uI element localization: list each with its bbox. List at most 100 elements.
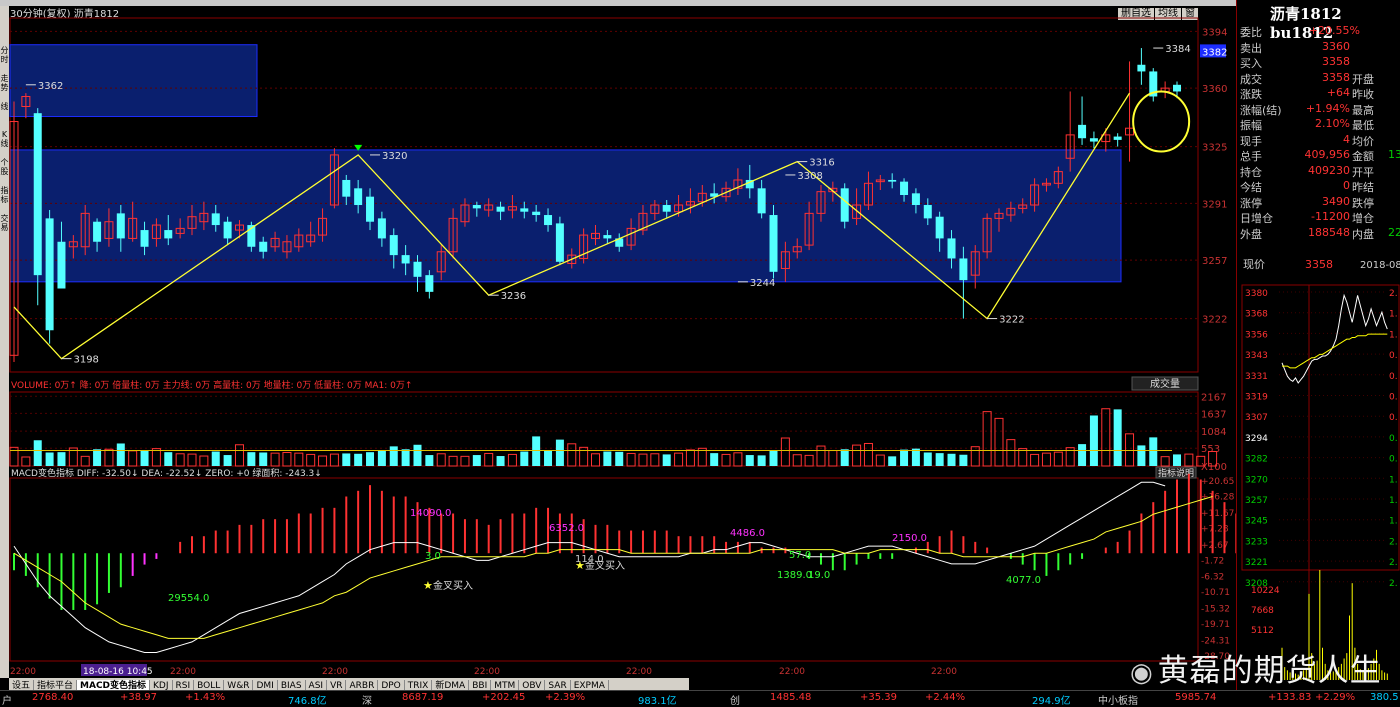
golden-cross-star-icon: ★ bbox=[423, 579, 433, 592]
candle-body bbox=[211, 213, 220, 226]
now-date-label: 2018-08- bbox=[1360, 260, 1400, 271]
volume-dropdown-label: 成交量 bbox=[1150, 377, 1180, 390]
status-item: 户 bbox=[2, 696, 12, 707]
volume-bar bbox=[555, 439, 564, 466]
volume-bar bbox=[1030, 453, 1040, 467]
volume-bar bbox=[413, 444, 422, 466]
intraday-mini-chart[interactable]: 现价 3358 2018-08- 3380 2. 3368 1. 3356 1. 3343 0. 33… bbox=[1237, 250, 1400, 690]
volume-bar bbox=[970, 446, 980, 467]
time-axis-label: 22:00 bbox=[170, 667, 196, 677]
volume-bar bbox=[164, 452, 173, 466]
price-marker-label: 3308 bbox=[797, 171, 822, 182]
now-price-label: 现价 bbox=[1243, 258, 1265, 271]
volume-bar bbox=[1018, 448, 1028, 467]
macd-tick-label: -10.71 bbox=[1201, 588, 1230, 598]
volume-bar bbox=[1113, 409, 1122, 466]
macd-value-label: 19.0 bbox=[808, 570, 830, 581]
candle-body bbox=[1113, 136, 1122, 140]
quote-label-2: 昨收 bbox=[1352, 88, 1374, 101]
candle-body bbox=[769, 215, 778, 272]
price-marker-label: 3198 bbox=[73, 355, 98, 366]
mini-price-frame bbox=[1241, 284, 1400, 571]
candle-body bbox=[1173, 84, 1181, 92]
volume-bar bbox=[318, 455, 328, 467]
mini-percent-tick: 1. bbox=[1389, 310, 1398, 320]
candle-body bbox=[923, 205, 932, 219]
quote-value: +20.55% bbox=[1308, 24, 1360, 37]
time-axis-label: 22:00 bbox=[779, 667, 805, 677]
quote-label: 总手 bbox=[1240, 150, 1262, 163]
quote-label: 振幅 bbox=[1240, 119, 1262, 132]
volume-bar bbox=[567, 443, 577, 467]
mini-volume-tick: 5112 bbox=[1251, 626, 1274, 636]
candle-body bbox=[1089, 138, 1098, 142]
mini-percent-tick: 2. bbox=[1389, 537, 1398, 547]
volume-tick-label: 1637 bbox=[1201, 409, 1226, 420]
volume-bar bbox=[377, 450, 386, 466]
quote-label-2: 跌停 bbox=[1352, 196, 1374, 210]
candle-body bbox=[1078, 124, 1087, 139]
candle-body bbox=[342, 179, 351, 197]
candle-body bbox=[603, 235, 612, 239]
volume-bar bbox=[223, 455, 232, 466]
candle-body bbox=[45, 218, 54, 331]
volume-bar bbox=[959, 454, 968, 466]
volume-bar bbox=[448, 455, 458, 467]
candle-body bbox=[496, 206, 505, 212]
quote-label-2: 昨结 bbox=[1352, 181, 1374, 194]
mini-percent-tick: 0. bbox=[1389, 434, 1398, 444]
macd-tick-label: +16.28 bbox=[1201, 492, 1235, 502]
mini-price-tick: 3221 bbox=[1245, 558, 1268, 568]
candle-body bbox=[354, 188, 363, 206]
status-item: +2.44% bbox=[925, 692, 966, 703]
mini-price-tick: 3257 bbox=[1245, 496, 1268, 506]
volume-bar bbox=[650, 453, 660, 467]
volume-bar bbox=[662, 454, 671, 466]
quote-label: 日增仓 bbox=[1240, 212, 1273, 225]
quote-value: -11200 bbox=[1311, 210, 1350, 223]
volume-bar bbox=[520, 451, 529, 466]
time-axis-label: 22:00 bbox=[626, 667, 652, 677]
quote-label-2: 开平 bbox=[1352, 165, 1374, 179]
golden-cross-label: 金叉买入 bbox=[585, 559, 625, 572]
volume-bar bbox=[769, 450, 778, 466]
mini-percent-tick: 1. bbox=[1389, 330, 1398, 340]
candle-body bbox=[947, 238, 956, 259]
volume-bar bbox=[994, 417, 1004, 467]
quote-label-2: 开盘 bbox=[1352, 72, 1374, 86]
mini-percent-tick: 0. bbox=[1389, 351, 1398, 361]
quote-value: 3358 bbox=[1322, 55, 1350, 68]
mini-price-tick: 3282 bbox=[1245, 455, 1268, 465]
candle-body bbox=[33, 113, 42, 276]
mini-price-tick: 3245 bbox=[1245, 517, 1268, 527]
quote-label: 成交 bbox=[1240, 72, 1262, 86]
volume-indicator-title: VOLUME: 0万↑ 降: 0万 倍量柱: 0万 主力线: 0万 高量柱: 0… bbox=[11, 379, 412, 391]
time-axis-label: 22:00 bbox=[931, 667, 957, 677]
status-item: 深 bbox=[362, 696, 372, 707]
volume-bar bbox=[80, 455, 90, 467]
highlight-circle bbox=[1132, 90, 1191, 153]
quote-value: 3360 bbox=[1322, 39, 1350, 53]
price-chart[interactable]: 3394 3360 3325 3291 3257 3222 3382 3362 3320 3198… bbox=[0, 0, 1236, 690]
quote-label-2: 内盘 bbox=[1352, 227, 1374, 241]
time-axis-label: 18-08-16 10:45 bbox=[83, 667, 153, 677]
volume-bar bbox=[211, 451, 220, 466]
status-item: +38.97 bbox=[120, 692, 158, 703]
price-tick-label: 3291 bbox=[1202, 199, 1227, 210]
quote-label: 涨跌 bbox=[1240, 88, 1262, 101]
volume-bar bbox=[104, 448, 114, 467]
volume-bar bbox=[888, 456, 897, 466]
volume-bar bbox=[1101, 408, 1111, 467]
volume-bar bbox=[460, 455, 470, 467]
price-tick-label: 3325 bbox=[1202, 143, 1227, 154]
volume-bar bbox=[745, 455, 754, 466]
volume-bar bbox=[757, 455, 766, 466]
volume-bar bbox=[532, 436, 541, 466]
status-item: 380.5 bbox=[1370, 692, 1399, 703]
volume-bar bbox=[306, 453, 316, 467]
mini-average-line bbox=[1282, 333, 1388, 369]
quote-row: 外盘 188548 内盘 22 bbox=[1240, 226, 1400, 241]
volume-bar bbox=[354, 453, 363, 466]
status-item: +2.39% bbox=[545, 692, 586, 703]
price-marker-label: 3316 bbox=[809, 158, 834, 169]
